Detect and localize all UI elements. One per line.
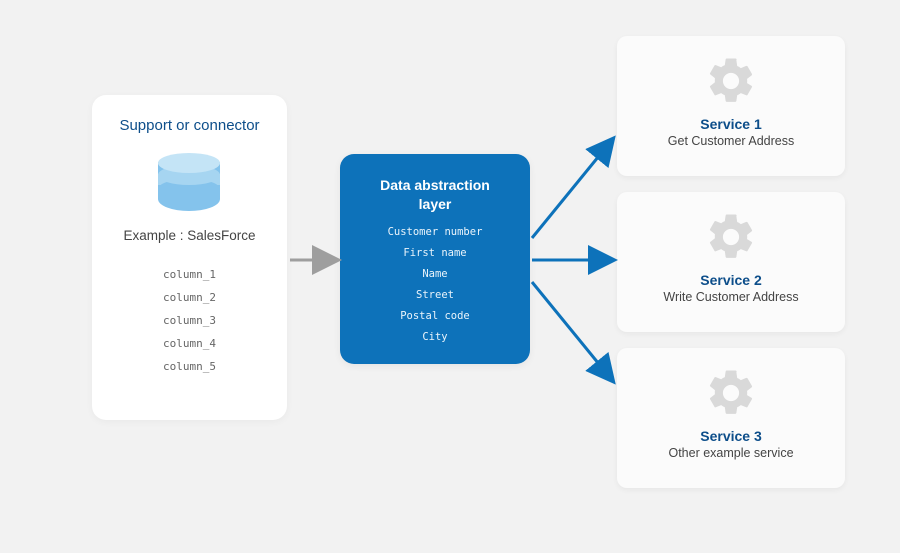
service-card: Service 1 Get Customer Address: [617, 36, 845, 176]
service-name: Service 2: [617, 272, 845, 288]
abstraction-field: Customer number: [340, 222, 530, 243]
gear-icon: [704, 210, 758, 264]
service-name: Service 3: [617, 428, 845, 444]
service-card: Service 2 Write Customer Address: [617, 192, 845, 332]
arrow-to-service-3: [532, 282, 612, 380]
abstraction-title: Data abstraction layer: [362, 176, 508, 214]
source-title: Support or connector: [92, 117, 287, 134]
gear-icon: [704, 54, 758, 108]
abstraction-field: Name: [340, 264, 530, 285]
source-column: column_5: [92, 355, 287, 378]
source-column: column_3: [92, 309, 287, 332]
source-column: column_4: [92, 332, 287, 355]
service-name: Service 1: [617, 116, 845, 132]
service-card: Service 3 Other example service: [617, 348, 845, 488]
database-icon: [158, 153, 220, 211]
service-desc: Get Customer Address: [617, 134, 845, 148]
source-example-label: Example : SalesForce: [92, 228, 287, 243]
service-desc: Other example service: [617, 446, 845, 460]
abstraction-field: Postal code: [340, 306, 530, 327]
arrow-to-service-1: [532, 140, 612, 238]
service-desc: Write Customer Address: [617, 290, 845, 304]
abstraction-field: City: [340, 327, 530, 348]
source-columns: column_1 column_2 column_3 column_4 colu…: [92, 263, 287, 378]
abstraction-fields: Customer number First name Name Street P…: [340, 222, 530, 348]
gear-icon: [704, 366, 758, 420]
source-column: column_2: [92, 286, 287, 309]
abstraction-field: Street: [340, 285, 530, 306]
abstraction-field: First name: [340, 243, 530, 264]
abstraction-card: Data abstraction layer Customer number F…: [340, 154, 530, 364]
source-column: column_1: [92, 263, 287, 286]
source-card: Support or connector Example : SalesForc…: [92, 95, 287, 420]
